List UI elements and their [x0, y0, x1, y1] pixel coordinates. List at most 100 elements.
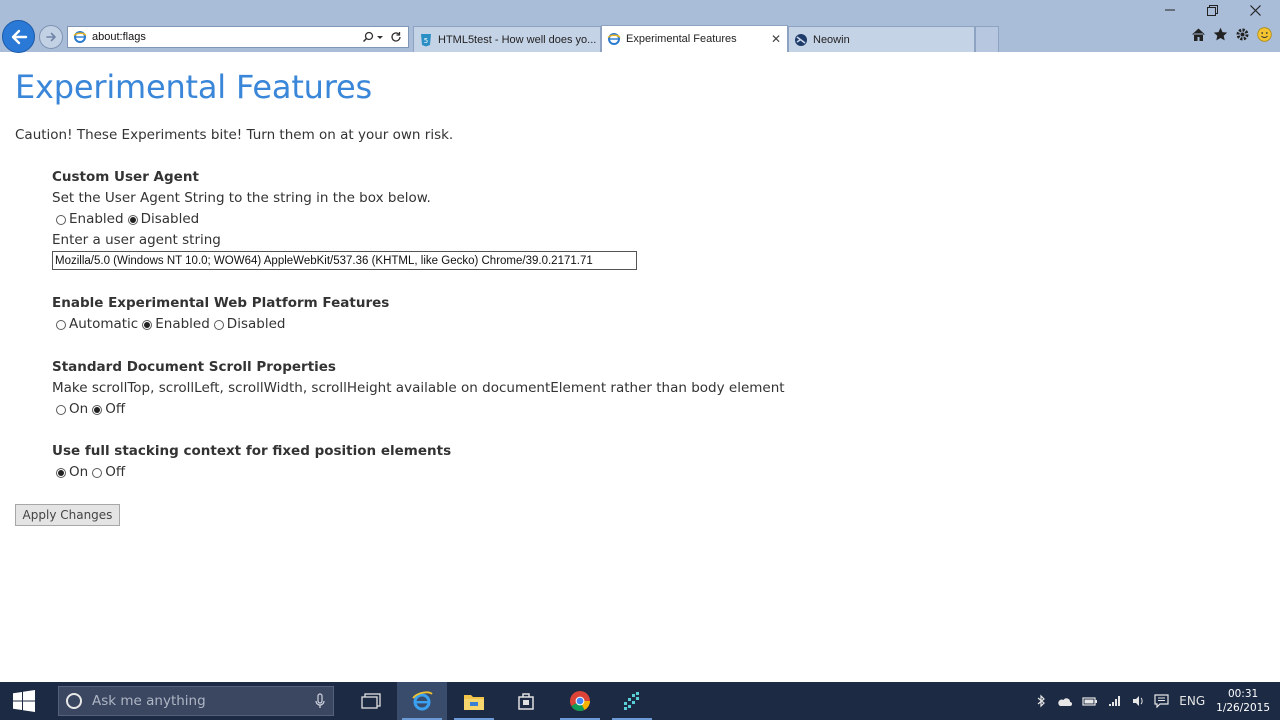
- radio-disabled[interactable]: Disabled: [213, 314, 286, 335]
- minimize-icon: [1164, 9, 1175, 11]
- neowin-icon: [795, 33, 807, 46]
- search-dropdown[interactable]: [362, 31, 384, 43]
- onedrive-icon[interactable]: [1056, 696, 1073, 707]
- taskbar-app[interactable]: [607, 682, 657, 720]
- radio-enabled[interactable]: Enabled: [56, 209, 124, 230]
- file-explorer-icon: [464, 695, 484, 710]
- bluetooth-icon[interactable]: [1036, 694, 1046, 708]
- radio-button[interactable]: [56, 214, 66, 225]
- favorites-star-icon[interactable]: [1213, 27, 1228, 42]
- radio-button[interactable]: [56, 404, 66, 415]
- radio-group-scroll: On Off: [56, 399, 785, 420]
- radio-label: Disabled: [226, 316, 286, 332]
- taskbar-store[interactable]: [501, 682, 551, 720]
- home-icon[interactable]: [1191, 27, 1206, 42]
- radio-off[interactable]: Off: [92, 399, 125, 420]
- refresh-icon: [391, 32, 401, 42]
- radio-button[interactable]: [56, 319, 66, 330]
- tab-experimental-features[interactable]: Experimental Features ✕: [601, 25, 788, 52]
- radio-button[interactable]: [142, 319, 153, 330]
- tab-label: Experimental Features: [626, 33, 737, 45]
- cortana-search-box[interactable]: Ask me anything: [58, 686, 334, 716]
- clock-time: 00:31: [1227, 688, 1259, 700]
- taskbar-chrome[interactable]: [555, 682, 605, 720]
- close-icon: [1250, 4, 1261, 16]
- radio-on[interactable]: On: [56, 399, 88, 420]
- close-tab-icon[interactable]: ✕: [771, 32, 781, 46]
- tab-neowin[interactable]: Neowin: [788, 26, 975, 52]
- address-bar[interactable]: about:flags: [67, 26, 409, 48]
- radio-button[interactable]: [213, 319, 224, 330]
- browser-chrome: about:flags 5 HTML5test - How well does …: [0, 0, 1280, 53]
- section-title: Standard Document Scroll Properties: [52, 359, 336, 375]
- address-url[interactable]: about:flags: [92, 31, 362, 43]
- radio-group-web-platform: Automatic Enabled Disabled: [56, 314, 389, 335]
- user-agent-input[interactable]: [52, 251, 637, 270]
- section-description: Set the User Agent String to the string …: [52, 190, 431, 206]
- radio-label: Enabled: [155, 316, 210, 332]
- tab-html5test[interactable]: 5 HTML5test - How well does yo...: [413, 26, 601, 52]
- radio-button[interactable]: [92, 467, 103, 478]
- app-icon: [624, 692, 639, 710]
- forward-button[interactable]: [39, 25, 63, 49]
- radio-disabled[interactable]: Disabled: [127, 209, 199, 230]
- task-view-icon: [361, 693, 381, 709]
- section-custom-user-agent: Custom User Agent Set the User Agent Str…: [52, 167, 637, 270]
- radio-label: On: [69, 401, 89, 417]
- taskbar-file-explorer[interactable]: [449, 682, 499, 720]
- section-title: Use full stacking context for fixed posi…: [52, 443, 452, 459]
- restore-button[interactable]: [1190, 0, 1235, 20]
- radio-automatic[interactable]: Automatic: [56, 314, 138, 335]
- new-tab-button[interactable]: [975, 26, 999, 52]
- volume-icon[interactable]: [1132, 695, 1144, 707]
- language-indicator[interactable]: ENG: [1179, 694, 1205, 708]
- store-icon: [518, 693, 534, 710]
- clock[interactable]: 00:31 1/26/2015: [1216, 687, 1270, 715]
- ie-page-icon: [73, 31, 87, 43]
- input-label: Enter a user agent string: [52, 232, 221, 248]
- restore-icon: [1207, 4, 1218, 16]
- minimize-button[interactable]: [1147, 0, 1192, 20]
- radio-button[interactable]: [56, 467, 66, 478]
- radio-label: Enabled: [69, 211, 124, 227]
- radio-enabled[interactable]: Enabled: [142, 314, 210, 335]
- radio-button[interactable]: [127, 214, 138, 225]
- task-view-button[interactable]: [346, 682, 396, 720]
- gear-icon[interactable]: [1235, 27, 1250, 42]
- html5-icon: 5: [421, 33, 431, 46]
- back-button[interactable]: [2, 20, 35, 53]
- radio-label: On: [69, 464, 89, 480]
- forward-arrow-icon: [46, 32, 56, 42]
- action-center-icon[interactable]: [1154, 694, 1169, 708]
- radio-label: Off: [105, 401, 126, 417]
- close-window-button[interactable]: [1233, 0, 1278, 20]
- radio-on[interactable]: On: [56, 462, 88, 483]
- apply-changes-button[interactable]: Apply Changes: [15, 504, 120, 526]
- microphone-icon[interactable]: [315, 693, 325, 709]
- battery-icon[interactable]: [1082, 696, 1098, 707]
- feedback-smiley-icon[interactable]: [1257, 27, 1272, 42]
- wifi-signal-icon[interactable]: [1108, 695, 1122, 707]
- radio-group-stacking: On Off: [56, 462, 451, 483]
- page-content: Experimental Features Caution! These Exp…: [0, 52, 1280, 682]
- clock-date: 1/26/2015: [1216, 702, 1270, 714]
- radio-button[interactable]: [92, 404, 103, 415]
- refresh-button[interactable]: [390, 31, 402, 43]
- command-bar: [1191, 27, 1272, 42]
- section-web-platform-features: Enable Experimental Web Platform Feature…: [52, 293, 389, 335]
- radio-off[interactable]: Off: [92, 462, 125, 483]
- windows-logo-icon: [13, 690, 35, 712]
- taskbar: Ask me anything ENG 00:31 1/26/2015: [0, 682, 1280, 720]
- section-title: Enable Experimental Web Platform Feature…: [52, 295, 390, 311]
- system-tray: ENG 00:31 1/26/2015: [1031, 682, 1280, 720]
- start-button[interactable]: [0, 682, 48, 720]
- section-title: Custom User Agent: [52, 169, 199, 185]
- taskbar-internet-explorer[interactable]: [397, 682, 447, 720]
- section-description: Make scrollTop, scrollLeft, scrollWidth,…: [52, 380, 785, 396]
- section-stacking-context: Use full stacking context for fixed posi…: [52, 441, 451, 483]
- section-scroll-properties: Standard Document Scroll Properties Make…: [52, 357, 785, 420]
- radio-label: Off: [105, 464, 126, 480]
- cortana-icon: [66, 693, 82, 709]
- search-icon: [362, 31, 374, 43]
- search-placeholder: Ask me anything: [92, 693, 206, 709]
